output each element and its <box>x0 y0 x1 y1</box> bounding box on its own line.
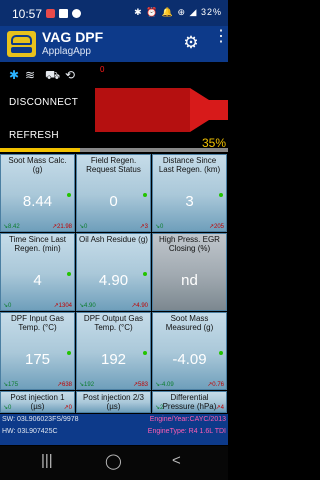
engine-year: Engine/Year:CAYC/2013 <box>149 416 226 423</box>
disconnect-button[interactable]: DISCONNECT <box>9 97 78 108</box>
reading-cell[interactable]: DPF Input Gas Temp. (°C) 175 ↘175 ↗638 <box>0 312 75 390</box>
reading-cell[interactable]: Distance Since Last Regen. (km) 3 ↘0 ↗20… <box>152 154 227 232</box>
top-marker: 0 <box>100 65 105 74</box>
reading-value: nd <box>181 272 198 289</box>
reading-cell[interactable]: Field Regen. Request Status 0 ↘0 ↗3 <box>76 154 151 232</box>
reading-label: Post injection 2/3 (µs) <box>83 393 144 411</box>
bluetooth-icon[interactable]: ✱ <box>9 68 19 82</box>
reading-min: ↘192 <box>79 382 95 388</box>
reading-label: Post injection 1 (µs) <box>10 393 65 411</box>
reading-cell[interactable]: Differential Pressure (hPa) 2 ↘2 ↗4 <box>152 391 227 447</box>
reading-max: ↗638 <box>56 382 72 388</box>
reading-min: ↘0 <box>3 303 12 309</box>
reading-cell[interactable]: Soot Mass Measured (g) -4.09 ↘-4.09 ↗0.7… <box>152 312 227 390</box>
status-icons: ✱ ⏰ 🔔 ⊕ ◢ 32% <box>134 7 222 17</box>
reading-min: ↘0 <box>3 405 12 411</box>
reading-value: 175 <box>24 351 51 368</box>
settings-gear-icon[interactable]: ⚙ <box>182 34 200 52</box>
reading-value: 4.90 <box>98 272 129 289</box>
reading-max: ↗583 <box>132 382 148 388</box>
notification-icon <box>72 9 81 18</box>
reading-value: 0 <box>109 193 118 210</box>
reading-cell[interactable]: DPF Output Gas Temp. (°C) 192 ↘192 ↗583 <box>76 312 151 390</box>
app-bar: VAG DPF ApplagApp ⚙ ⋮ <box>0 26 229 62</box>
reading-label: DPF Output Gas Temp. (°C) <box>83 314 144 332</box>
dpf-progress-fill <box>0 148 80 152</box>
reading-cell[interactable]: Post injection 1 (µs) 0 ↘0 ↗0 <box>0 391 75 447</box>
reading-max: ↗1304 <box>53 303 72 309</box>
reading-value: 8.44 <box>22 193 53 210</box>
reading-max: ↗205 <box>208 224 224 230</box>
reading-label: Distance Since Last Regen. (km) <box>158 156 221 174</box>
reading-label: Differential Pressure (hPa) <box>162 393 217 411</box>
reading-cell[interactable]: Post injection 2/3 (µs) nd <box>76 391 151 447</box>
reading-min: ↘175 <box>3 382 19 388</box>
status-bar: 10:57 ✱ ⏰ 🔔 ⊕ ◢ 32% <box>0 0 228 26</box>
reading-cell[interactable]: Oil Ash Residue (g) 4.90 ↘4.90 ↗4.90 <box>76 233 151 311</box>
notification-icon <box>59 9 68 18</box>
reading-max: ↗0 <box>63 405 72 411</box>
refresh-cycle-icon[interactable]: ⟲ <box>65 68 75 82</box>
app-subtitle: ApplagApp <box>42 46 91 57</box>
reading-min: ↘0 <box>155 224 164 230</box>
app-logo-icon <box>7 31 36 57</box>
reading-max: ↗3 <box>139 224 148 230</box>
reading-cell[interactable]: High Press. EGR Closing (%) nd <box>152 233 227 311</box>
hardware-version: HW: 03L907425C <box>2 428 58 435</box>
reading-cell[interactable]: Time Since Last Regen. (min) 4 ↘0 ↗1304 <box>0 233 75 311</box>
vehicle-info-bar: SW: 03L906023FS/9978 HW: 03L907425C Engi… <box>0 414 228 445</box>
control-panel: ✱ ≋ ⛟ ⟲ 0 DISCONNECT REFRESH 35% <box>0 62 228 152</box>
engine-type: EngineType: R4 1.6L TDI <box>147 428 226 435</box>
reading-min: ↘4.90 <box>79 303 96 309</box>
recent-apps-button[interactable]: ||| <box>41 452 53 469</box>
reading-label: Oil Ash Residue (g) <box>79 235 148 244</box>
reading-label: DPF Input Gas Temp. (°C) <box>11 314 64 332</box>
reading-cell[interactable]: Soot Mass Calc. (g) 8.44 ↘8.42 ↗21.98 <box>0 154 75 232</box>
reading-label: Time Since Last Regen. (min) <box>8 235 67 253</box>
more-vert-icon[interactable]: ⋮ <box>213 29 229 54</box>
reading-max: ↗21.98 <box>51 224 72 230</box>
reading-min: ↘2 <box>155 405 164 411</box>
wifi-obd-icon[interactable]: ≋ <box>25 68 35 82</box>
reading-min: ↘8.42 <box>3 224 20 230</box>
dpf-filter-graphic <box>95 88 228 132</box>
app-title: VAG DPF <box>42 29 104 45</box>
reading-label: Field Regen. Request Status <box>86 156 141 174</box>
reading-value: -4.09 <box>172 351 207 368</box>
refresh-button[interactable]: REFRESH <box>9 130 59 141</box>
reading-label: Soot Mass Measured (g) <box>165 314 214 332</box>
reading-min: ↘-4.09 <box>155 382 174 388</box>
reading-value: 4 <box>33 272 42 289</box>
notification-icon <box>46 9 55 18</box>
reading-label: High Press. EGR Closing (%) <box>159 235 220 253</box>
reading-label: Soot Mass Calc. (g) <box>8 156 67 174</box>
reading-value: 192 <box>100 351 127 368</box>
software-version: SW: 03L906023FS/9978 <box>2 416 79 423</box>
system-nav-bar: ||| ◯ < <box>0 446 228 480</box>
back-button[interactable]: < <box>172 452 181 469</box>
car-icon[interactable]: ⛟ <box>45 68 60 82</box>
home-button[interactable]: ◯ <box>105 452 122 470</box>
reading-min: ↘0 <box>79 224 88 230</box>
reading-value: 3 <box>185 193 194 210</box>
reading-max: ↗0.76 <box>207 382 224 388</box>
reading-max: ↗4.90 <box>131 303 148 309</box>
status-time: 10:57 <box>12 7 43 21</box>
reading-max: ↗4 <box>215 405 224 411</box>
